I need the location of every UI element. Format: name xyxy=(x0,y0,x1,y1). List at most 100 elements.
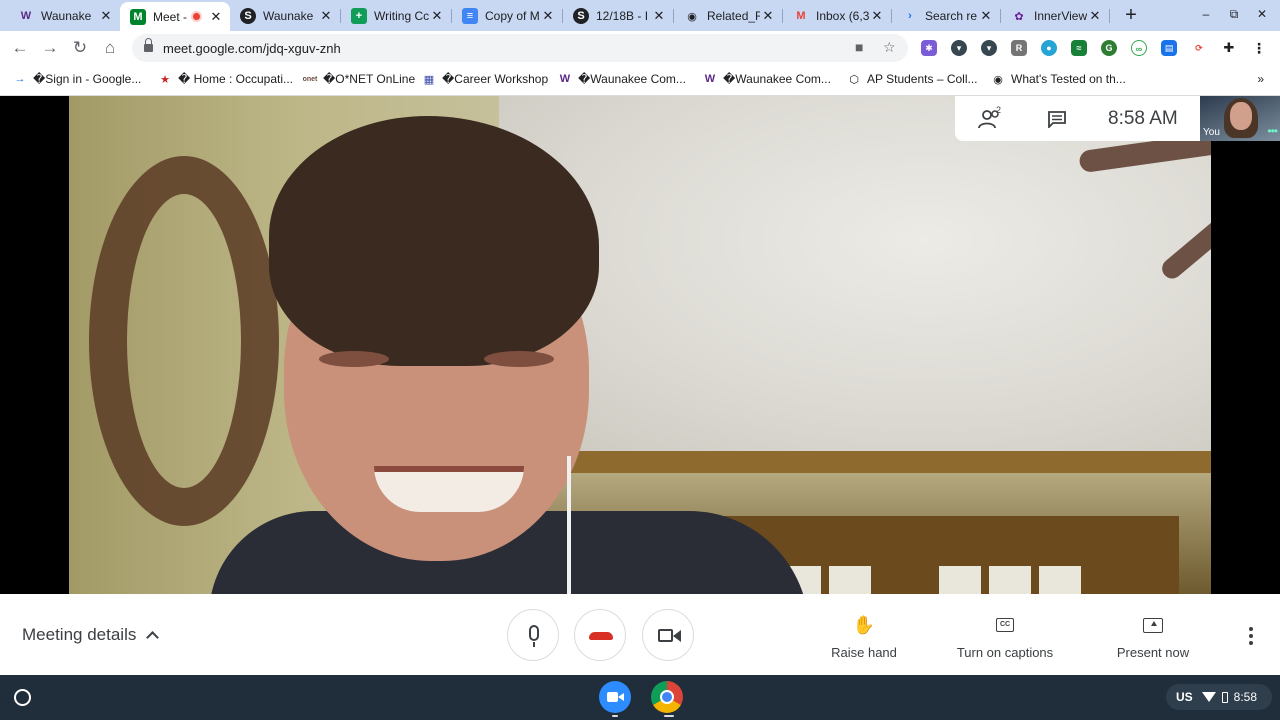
bookmark-waunakee-2[interactable]: W �Waunakee Com... xyxy=(702,71,831,87)
link-extension-icon[interactable]: ∞ xyxy=(1131,40,1147,56)
close-icon[interactable]: ✕ xyxy=(760,8,776,24)
tab-related[interactable]: ◉ Related_R ✕ xyxy=(674,3,782,29)
tab-title: Copy of M xyxy=(485,9,540,23)
tab-separator xyxy=(1109,9,1110,23)
bookmark-star-icon[interactable]: ☆ xyxy=(883,39,896,56)
meeting-details-button[interactable]: Meeting details xyxy=(22,625,160,645)
bookmarks-overflow-button[interactable]: » xyxy=(1257,72,1264,86)
forward-arrow-icon[interactable]: → xyxy=(39,37,61,59)
close-icon[interactable]: ✕ xyxy=(1087,8,1103,24)
shield-extension-icon[interactable]: ▾ xyxy=(981,40,997,56)
captions-button[interactable]: CC Turn on captions xyxy=(950,613,1060,660)
puzzle-extension-icon[interactable]: ✱ xyxy=(921,40,937,56)
tab-waunakee-1[interactable]: W Waunake ✕ xyxy=(8,3,120,29)
hang-up-phone-icon xyxy=(589,632,613,640)
bookmark-label: �Waunakee Com... xyxy=(723,72,831,86)
close-icon[interactable]: ✕ xyxy=(978,8,994,24)
close-icon[interactable]: ✕ xyxy=(540,8,556,24)
waunakee-favicon-icon: W xyxy=(20,10,32,22)
globe-icon: ◉ xyxy=(993,73,1003,86)
restore-icon[interactable]: ⧉ xyxy=(1226,7,1242,22)
participant-count: 2 xyxy=(996,105,1002,115)
bookmark-waunakee-1[interactable]: W �Waunakee Com... xyxy=(557,71,686,87)
more-options-icon[interactable] xyxy=(1246,627,1256,645)
camera-toggle-button[interactable] xyxy=(642,609,694,661)
self-view-tile[interactable]: You ••• xyxy=(1200,96,1280,141)
globe-extension-icon[interactable]: ● xyxy=(1041,40,1057,56)
extensions-puzzle-icon[interactable]: ✚ xyxy=(1221,40,1237,56)
tab-title: Search re xyxy=(925,9,978,23)
url-text: meet.google.com/jdq-xguv-znh xyxy=(163,41,341,56)
screencast-extension-icon[interactable]: ▤ xyxy=(1161,40,1177,56)
waunakee-icon: W xyxy=(559,73,571,85)
tab-title: Waunake xyxy=(41,9,92,23)
lock-icon[interactable] xyxy=(144,38,153,53)
r-extension-icon[interactable]: R xyxy=(1011,40,1027,56)
participant-video[interactable] xyxy=(69,96,1211,594)
tab-title: Related_R xyxy=(707,9,760,23)
globe-favicon-icon: ◉ xyxy=(687,10,697,23)
grammar-extension-icon[interactable]: G xyxy=(1101,40,1117,56)
bookmark-ap-students[interactable]: ⬡ AP Students – Coll... xyxy=(846,71,977,87)
back-arrow-icon[interactable]: ← xyxy=(9,37,31,59)
wifi-icon xyxy=(1201,692,1216,702)
gmail-favicon-icon: M xyxy=(796,10,806,22)
meet-favicon-icon: M xyxy=(130,8,146,25)
bookmark-onet[interactable]: onet �O*NET OnLine xyxy=(302,71,416,87)
address-bar[interactable]: meet.google.com/jdq-xguv-znh ■ ☆ xyxy=(132,34,908,62)
tab-innerview[interactable]: ✿ InnerView ✕ xyxy=(1001,3,1109,29)
present-now-button[interactable]: Present now xyxy=(1112,613,1194,660)
record-extension-icon[interactable]: ⟳ xyxy=(1191,40,1207,56)
closed-captions-icon: CC xyxy=(996,618,1014,632)
tab-title: 12/18B - I xyxy=(596,9,649,23)
bookmark-whats-tested[interactable]: ◉ What's Tested on th... xyxy=(990,71,1126,87)
tab-meet[interactable]: M Meet - ✕ xyxy=(120,2,230,31)
bookmark-career-workshop[interactable]: ▦ �Career Workshop xyxy=(421,71,548,87)
close-icon[interactable]: ✕ xyxy=(429,8,445,24)
camera-in-use-icon[interactable]: ■ xyxy=(855,39,863,55)
bookmark-label: �O*NET OnLine xyxy=(323,72,416,86)
present-screen-icon xyxy=(1143,617,1163,633)
meet-stage xyxy=(0,96,1280,594)
reload-icon[interactable]: ↻ xyxy=(69,37,91,59)
microphone-toggle-button[interactable] xyxy=(507,609,559,661)
close-icon[interactable]: ✕ xyxy=(208,9,224,25)
tab-writing[interactable]: + Writing Cc ✕ xyxy=(341,3,451,29)
sign-in-icon: → xyxy=(14,73,26,85)
recording-indicator-icon xyxy=(191,11,202,22)
close-icon[interactable]: ✕ xyxy=(651,8,667,24)
launcher-icon[interactable] xyxy=(14,689,31,706)
college-board-icon: ⬡ xyxy=(849,73,859,86)
hang-up-button[interactable] xyxy=(574,609,626,661)
browser-menu-icon[interactable]: ⋮ xyxy=(1251,40,1267,56)
close-window-icon[interactable]: ✕ xyxy=(1254,7,1270,21)
chat-icon[interactable] xyxy=(1047,110,1067,128)
tab-copy-of[interactable]: ≡ Copy of M ✕ xyxy=(452,3,562,29)
bookmark-home-occupation[interactable]: ★ � Home : Occupati... xyxy=(157,71,293,87)
tab-inbox[interactable]: M Inbox (6,3 ✕ xyxy=(783,3,891,29)
tab-waunakee-2[interactable]: S Waunake ✕ xyxy=(230,3,340,29)
shield-extension-icon[interactable]: ▾ xyxy=(951,40,967,56)
tab-search[interactable]: › Search re ✕ xyxy=(892,3,1000,29)
tab-12-18b[interactable]: S 12/18B - I ✕ xyxy=(563,3,673,29)
home-icon[interactable]: ⌂ xyxy=(99,37,121,59)
battery-icon xyxy=(1221,691,1228,703)
keyboard-locale: US xyxy=(1176,690,1193,704)
onet-icon: onet xyxy=(302,75,318,83)
bookmark-sign-in[interactable]: → �Sign in - Google... xyxy=(12,71,142,87)
close-icon[interactable]: ✕ xyxy=(318,8,334,24)
present-now-label: Present now xyxy=(1116,645,1190,660)
cast-extension-icon[interactable]: ≈ xyxy=(1071,40,1087,56)
meeting-info-panel: 2 8:58 AM xyxy=(955,96,1200,141)
raise-hand-button[interactable]: ✋ Raise hand xyxy=(826,613,902,661)
minimize-icon[interactable]: – xyxy=(1198,7,1214,21)
zoom-app-icon[interactable] xyxy=(599,681,631,713)
chrome-app-icon[interactable] xyxy=(651,681,683,713)
close-icon[interactable]: ✕ xyxy=(869,8,885,24)
new-tab-button[interactable]: + xyxy=(1120,4,1142,26)
tab-title: Inbox (6,3 xyxy=(816,9,869,23)
more-options-icon[interactable]: ••• xyxy=(1267,124,1278,138)
hand-icon: ✋ xyxy=(852,614,876,635)
close-icon[interactable]: ✕ xyxy=(98,8,114,24)
status-tray[interactable]: US 8:58 xyxy=(1166,684,1272,710)
